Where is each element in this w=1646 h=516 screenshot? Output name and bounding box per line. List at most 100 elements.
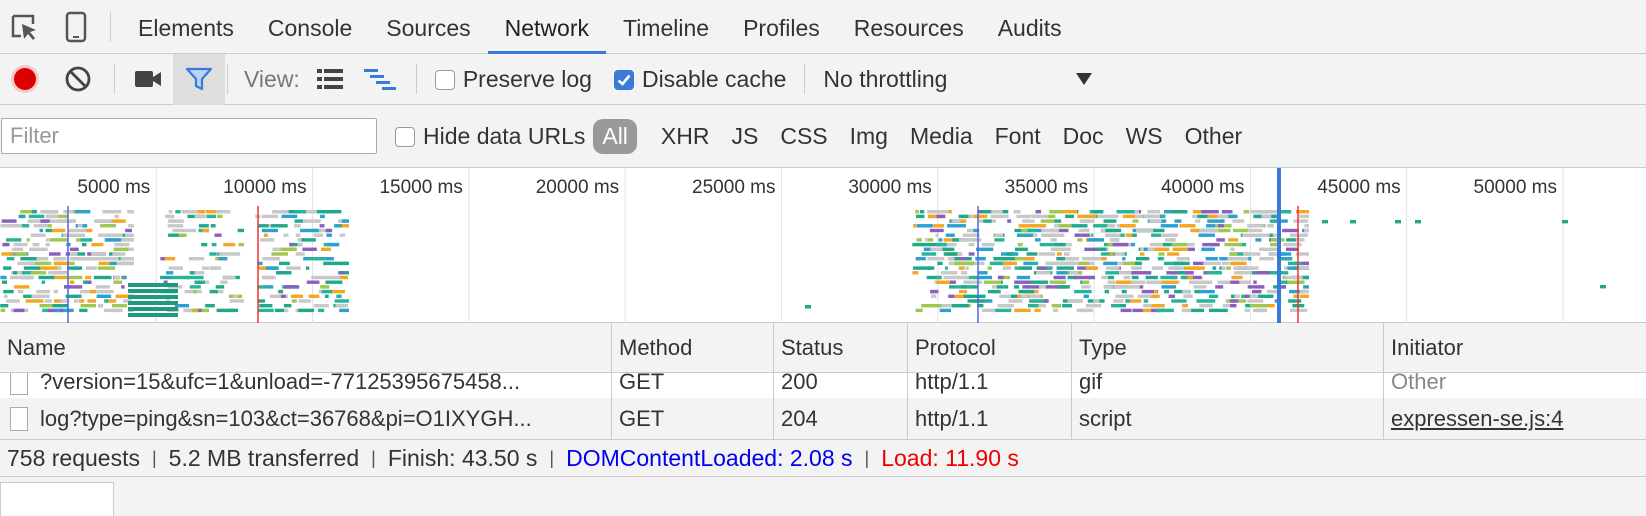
filter-input[interactable] — [1, 118, 377, 154]
overview-request-bar — [164, 257, 176, 261]
overview-request-bar — [1013, 210, 1021, 214]
overview-request-bar — [1093, 224, 1108, 228]
tab-audits[interactable]: Audits — [981, 0, 1079, 54]
tab-console[interactable]: Console — [251, 0, 369, 54]
overview-request-bar — [1258, 294, 1274, 298]
overview-request-bar — [261, 275, 276, 280]
column-header-initiator[interactable]: Initiator — [1383, 323, 1646, 372]
overview-request-bar — [237, 228, 244, 233]
overview-request-bar — [1140, 247, 1144, 251]
filter-type-font[interactable]: Font — [984, 123, 1052, 150]
network-overview[interactable]: 5000 ms 10000 ms 15000 ms 20000 ms 25000 ms 3… — [0, 168, 1646, 323]
overview-request-bar — [1207, 219, 1225, 223]
column-header-name[interactable]: Name — [0, 323, 611, 372]
filter-type-media[interactable]: Media — [899, 123, 984, 150]
overview-request-bar — [97, 304, 104, 308]
overview-request-bar — [297, 242, 303, 247]
overview-request-bar — [217, 214, 223, 219]
filter-type-all[interactable]: All — [593, 118, 637, 154]
inspect-element-icon[interactable] — [4, 7, 44, 47]
tab-sources[interactable]: Sources — [369, 0, 487, 54]
overview-request-bar — [1202, 242, 1220, 247]
tab-timeline[interactable]: Timeline — [606, 0, 726, 54]
overview-request-bar — [1179, 224, 1196, 228]
overview-request-bar — [122, 275, 127, 280]
overview-request-bar — [1062, 304, 1073, 308]
tab-elements[interactable]: Elements — [125, 0, 251, 54]
overview-request-bar — [2, 242, 10, 247]
overview-request-bar — [295, 252, 305, 256]
overview-request-bar — [1242, 271, 1252, 275]
overview-request-bar — [189, 271, 195, 275]
tab-network[interactable]: Network — [487, 0, 606, 54]
overview-request-bar — [1108, 275, 1114, 280]
overview-request-bar — [1100, 228, 1106, 233]
overview-request-bar — [1600, 285, 1606, 289]
column-header-protocol[interactable]: Protocol — [907, 323, 1071, 372]
large-rows-button[interactable] — [306, 54, 354, 105]
overview-request-bar — [1125, 299, 1130, 303]
overview-request-bar — [257, 308, 274, 313]
disable-cache-checkbox[interactable] — [613, 70, 634, 90]
overview-request-bar — [23, 294, 32, 298]
overview-request-bar — [805, 305, 811, 309]
record-button[interactable] — [0, 54, 50, 105]
hide-data-urls-checkbox[interactable] — [395, 127, 415, 147]
tab-resources[interactable]: Resources — [837, 0, 981, 54]
overview-request-bar — [1082, 257, 1098, 261]
preserve-log-checkbox[interactable] — [434, 70, 455, 90]
overview-request-bar — [947, 257, 955, 261]
overview-request-bar — [17, 261, 35, 266]
overview-request-bar — [1234, 294, 1240, 298]
throttling-select[interactable]: No throttling — [823, 66, 1093, 93]
filter-type-ws[interactable]: WS — [1115, 123, 1174, 150]
overview-request-bar — [1247, 285, 1265, 289]
overview-request-bar — [181, 210, 198, 214]
capture-screenshots-button[interactable] — [123, 54, 173, 105]
clear-button[interactable] — [50, 54, 106, 105]
filter-type-xhr[interactable]: XHR — [650, 123, 721, 150]
overview-request-bar — [987, 289, 1001, 294]
column-header-type[interactable]: Type — [1071, 323, 1383, 372]
overview-request-bar — [17, 289, 24, 294]
overview-request-bar — [1201, 247, 1215, 251]
overview-request-bar — [272, 210, 283, 214]
overview-request-bar — [66, 233, 85, 237]
overview-tick-label: 25000 ms — [692, 177, 775, 198]
overview-request-bar — [951, 219, 961, 223]
overview-request-bar — [1013, 285, 1020, 289]
overview-request-bar — [1105, 233, 1121, 237]
overview-request-bar — [197, 210, 206, 214]
overview-request-bar — [1217, 214, 1229, 219]
overview-request-bar — [958, 214, 969, 219]
overview-tick-label: 50000 ms — [1474, 177, 1557, 198]
overview-request-bar — [1268, 252, 1278, 256]
filter-toggle-button[interactable] — [173, 53, 225, 105]
filter-type-doc[interactable]: Doc — [1052, 123, 1115, 150]
overview-request-bar — [1096, 247, 1107, 251]
initiator-link[interactable]: expressen-se.js:4 — [1391, 406, 1563, 432]
filter-type-other[interactable]: Other — [1174, 123, 1254, 150]
overview-request-bar — [3, 266, 12, 270]
device-mode-icon[interactable] — [56, 7, 96, 47]
column-header-method[interactable]: Method — [611, 323, 773, 372]
overview-request-bar — [87, 299, 97, 303]
filter-type-css[interactable]: CSS — [769, 123, 838, 150]
column-header-status[interactable]: Status — [773, 323, 907, 372]
overview-request-bar — [915, 257, 926, 261]
overview-request-bar — [1045, 261, 1057, 266]
table-row[interactable]: ?version=15&ufc=1&unload=-77125395675458… — [0, 373, 1646, 398]
tab-profiles[interactable]: Profiles — [726, 0, 837, 54]
overview-request-bar — [1266, 304, 1275, 308]
table-row[interactable]: log?type=ping&sn=103&ct=36768&pi=O1IXYGH… — [0, 398, 1646, 439]
overview-request-bar — [1283, 242, 1302, 247]
overview-request-bar — [39, 228, 43, 233]
overview-request-bar — [128, 295, 178, 299]
overview-request-bar — [1070, 271, 1078, 275]
filter-type-js[interactable]: JS — [720, 123, 769, 150]
overview-button[interactable] — [354, 54, 406, 105]
drawer-tab[interactable] — [0, 482, 114, 516]
overview-request-bar — [104, 299, 109, 303]
filter-type-img[interactable]: Img — [839, 123, 899, 150]
overview-request-bar — [295, 233, 301, 237]
